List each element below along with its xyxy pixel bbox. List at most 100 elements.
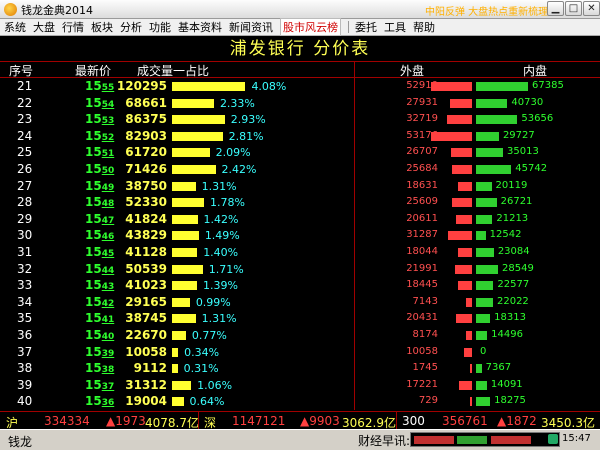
row-inner-volume: 18313	[494, 312, 526, 324]
row-volume: 61720	[125, 145, 167, 160]
volume-ratio-bar	[172, 380, 192, 390]
volume-ratio-bar	[172, 297, 190, 307]
outer-volume-bar	[457, 281, 472, 291]
status-divider	[198, 412, 199, 430]
row-inner-volume: 22577	[497, 279, 530, 291]
menu-item-10[interactable]: 委托	[355, 19, 377, 35]
outer-volume-bar	[466, 297, 472, 307]
outer-volume-bar	[452, 165, 472, 174]
menu-item-8[interactable]: 新闻资讯	[229, 19, 273, 35]
menu-item-12[interactable]: 帮助	[413, 19, 435, 35]
row-inner-volume: 29727	[502, 129, 535, 141]
row-ratio: 1.49%	[204, 229, 240, 243]
table-row[interactable]: 28 1548 52330 1.78% 25609 26721	[0, 194, 600, 210]
table-row[interactable]: 24 1552 82903 2.81% 53176 29727	[0, 128, 600, 144]
outer-volume-bar	[456, 214, 472, 224]
price-integer: 15	[85, 145, 102, 160]
table-row[interactable]: 39 1537 31312 1.06% 17221 14091	[0, 377, 600, 393]
table-row[interactable]: 33 1543 41023 1.39% 18445 22577	[0, 277, 600, 293]
price-integer: 15	[85, 112, 102, 127]
inner-volume-bar	[476, 397, 491, 407]
volume-ratio-bar	[172, 264, 203, 274]
row-number: 29	[17, 211, 33, 226]
outer-volume-bar	[458, 248, 472, 257]
row-number: 28	[17, 195, 33, 210]
row-inner-volume: 7367	[485, 362, 512, 374]
price-integer: 15	[85, 228, 102, 243]
menu-item-6[interactable]: 功能	[149, 19, 171, 35]
table-row[interactable]: 22 1554 68661 2.33% 27931 40730	[0, 95, 600, 111]
row-outer-volume: 7143	[412, 295, 438, 307]
table-row[interactable]: 29 1547 41824 1.42% 20611 21213	[0, 211, 600, 227]
table-row[interactable]: 30 1546 43829 1.49% 31287 12542	[0, 227, 600, 243]
table-row[interactable]: 21 1555 120295 4.08% 52910 67385	[0, 78, 600, 94]
row-outer-volume: 729	[418, 395, 438, 407]
inner-volume-bar	[476, 181, 492, 191]
news-label[interactable]: 财经早讯:	[358, 432, 410, 449]
row-volume: 19004	[125, 394, 167, 409]
table-row[interactable]: 25 1551 61720 2.09% 26707 35013	[0, 144, 600, 160]
table-row[interactable]: 27 1549 38750 1.31% 18631 20119	[0, 178, 600, 194]
row-ratio: 0.34%	[184, 345, 220, 359]
row-number: 35	[17, 311, 33, 326]
page-title: 浦发银行 分价表	[229, 39, 371, 59]
table-row[interactable]: 32 1544 50539 1.71% 21991 28549	[0, 261, 600, 277]
menu-item-3[interactable]: 行情	[62, 19, 84, 35]
row-ratio: 1.78%	[210, 196, 245, 210]
inner-volume-bar	[476, 214, 493, 224]
menu-item-11[interactable]: 工具	[384, 19, 406, 35]
menu-item-5[interactable]: 分析	[120, 19, 142, 35]
inner-volume-bar	[476, 248, 494, 257]
table-row[interactable]: 36 1540 22670 0.77% 8174 14496	[0, 327, 600, 343]
menu-item-1[interactable]: 系统	[4, 19, 26, 35]
row-outer-volume: 18044	[406, 246, 438, 257]
row-ratio: 2.42%	[221, 163, 257, 176]
inner-volume-bar	[476, 148, 504, 158]
table-row[interactable]: 23 1553 86375 2.93% 32719 53656	[0, 111, 600, 127]
outer-volume-bar	[451, 148, 472, 158]
menu-item-7[interactable]: 基本资料	[178, 19, 222, 35]
news-ticker[interactable]: 中阳反弹 大盘热点重新梳理	[425, 3, 548, 18]
volume-ratio-bar	[172, 314, 196, 324]
row-ratio: 4.08%	[251, 80, 287, 93]
row-volume: 82903	[125, 128, 167, 143]
table-row[interactable]: 34 1542 29165 0.99% 7143 22022	[0, 294, 600, 310]
minimize-button[interactable]: ▁	[547, 1, 564, 16]
price-integer: 15	[85, 394, 102, 409]
row-volume: 38745	[125, 311, 167, 326]
row-volume: 41023	[125, 278, 167, 293]
menu-item-4[interactable]: 板块	[91, 19, 113, 35]
price-integer: 15	[85, 294, 102, 309]
price-integer: 15	[85, 377, 102, 392]
row-volume: 31312	[125, 377, 167, 392]
row-number: 33	[17, 278, 33, 293]
brand-label[interactable]: 钱龙	[8, 433, 32, 450]
sh-index[interactable]: 334334	[44, 414, 90, 428]
row-number: 24	[17, 128, 33, 143]
close-button[interactable]: ✕	[583, 1, 600, 16]
table-row[interactable]: 38 1538 9112 0.31% 1745 7367	[0, 360, 600, 376]
app-logo-icon	[4, 3, 17, 16]
row-ratio: 0.77%	[191, 329, 227, 342]
row-outer-volume: 18445	[406, 279, 438, 291]
row-outer-volume: 1745	[412, 362, 438, 374]
table-row[interactable]: 26 1550 71426 2.42% 25684 45742	[0, 161, 600, 177]
menu-item-9[interactable]: 股市风云榜	[280, 18, 341, 36]
table-row[interactable]: 35 1541 38745 1.31% 20431 18313	[0, 310, 600, 326]
row-outer-volume: 32719	[406, 113, 438, 125]
table-row[interactable]: 37 1539 10058 0.34% 10058 0	[0, 344, 600, 360]
column-headers: 序号 最新价 成交量一占比 外盘 内盘	[0, 62, 600, 78]
menu-item-2[interactable]: 大盘	[33, 19, 55, 35]
hs300-index[interactable]: 356761	[442, 414, 488, 428]
sz-index[interactable]: 1147121	[232, 414, 285, 428]
price-integer: 15	[85, 211, 102, 226]
maximize-button[interactable]: □	[565, 1, 582, 16]
row-ratio: 1.31%	[201, 312, 237, 326]
table-row[interactable]: 40 1536 19004 0.64% 729 18275	[0, 393, 600, 409]
row-inner-volume: 14091	[490, 378, 523, 390]
inner-volume-bar	[476, 331, 488, 340]
table-row[interactable]: 31 1545 41128 1.40% 18044 23084	[0, 244, 600, 260]
row-outer-volume: 8174	[412, 329, 438, 340]
title-bar: 钱龙金典2014 中阳反弹 大盘热点重新梳理 ▁ □ ✕	[0, 0, 600, 19]
sz-change: ▲9903	[300, 414, 340, 428]
